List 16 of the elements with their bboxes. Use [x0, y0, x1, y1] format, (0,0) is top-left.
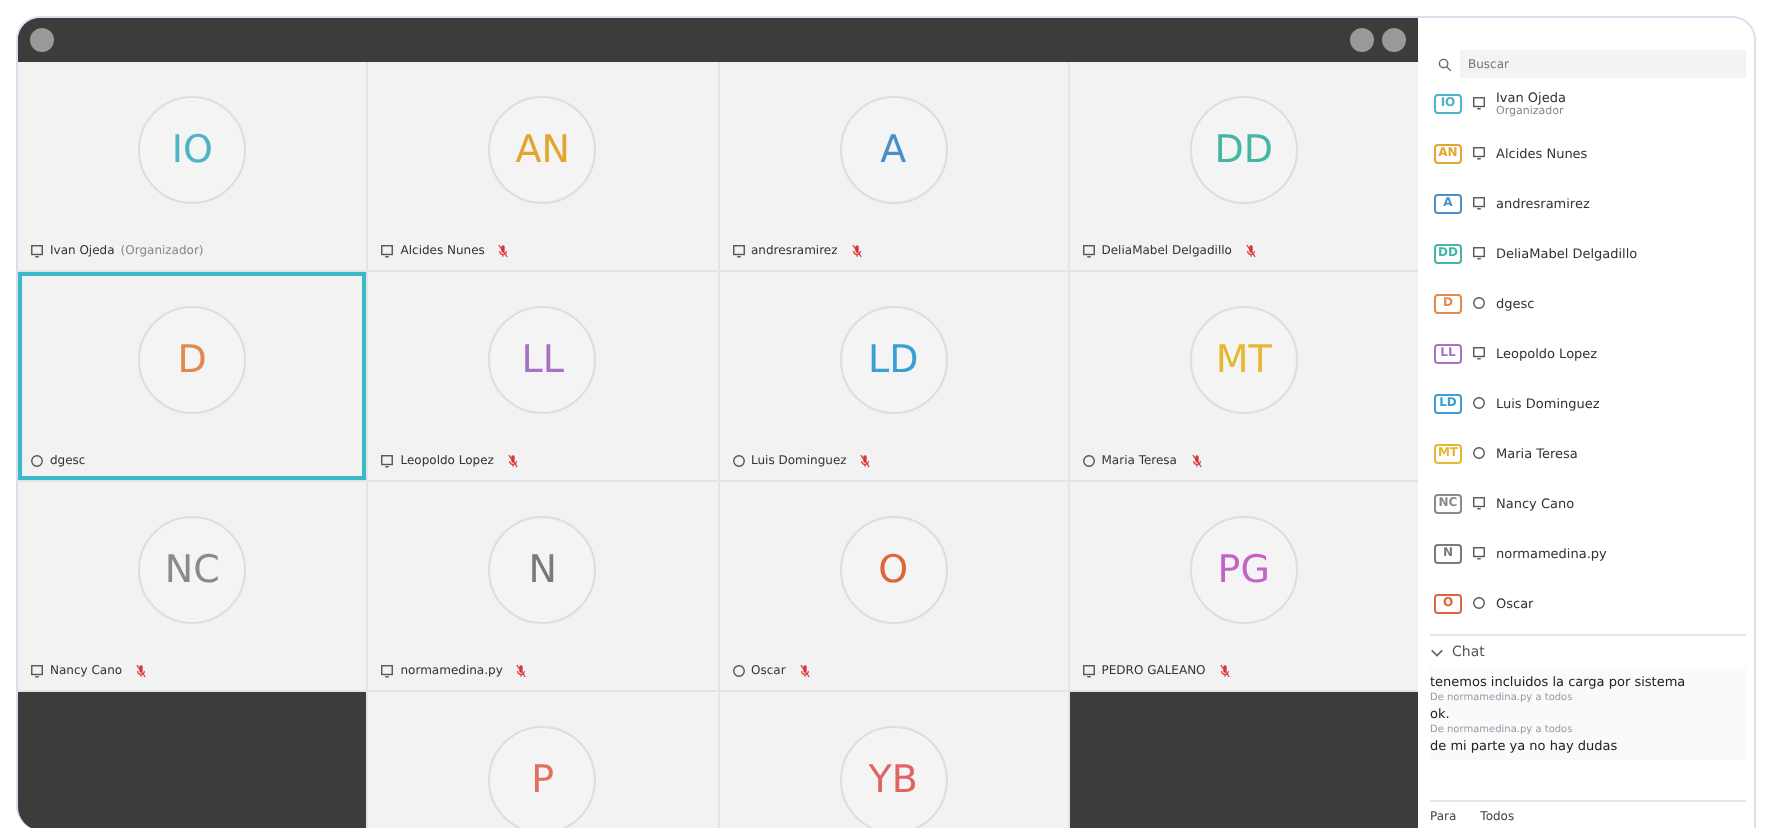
search-icon: [1438, 57, 1452, 71]
chevron-icon: [1430, 645, 1444, 659]
avatar-circle: NC: [138, 516, 247, 624]
avatar-circle: LD: [839, 306, 948, 414]
avatar-circle: MT: [1189, 306, 1298, 414]
avatar-circle: DD: [1189, 96, 1298, 204]
avatar-circle: D: [138, 306, 247, 414]
avatar-circle: O: [839, 516, 948, 624]
avatar-circle: LL: [488, 306, 597, 414]
avatar-circle: A: [839, 96, 948, 204]
avatar-circle: N: [488, 516, 597, 624]
avatar-circle: P: [488, 726, 597, 828]
avatar-circle: AN: [488, 96, 597, 204]
avatar-circle: YB: [839, 726, 948, 828]
avatar-circle: IO: [138, 96, 247, 204]
avatar-circle: PG: [1189, 516, 1298, 624]
